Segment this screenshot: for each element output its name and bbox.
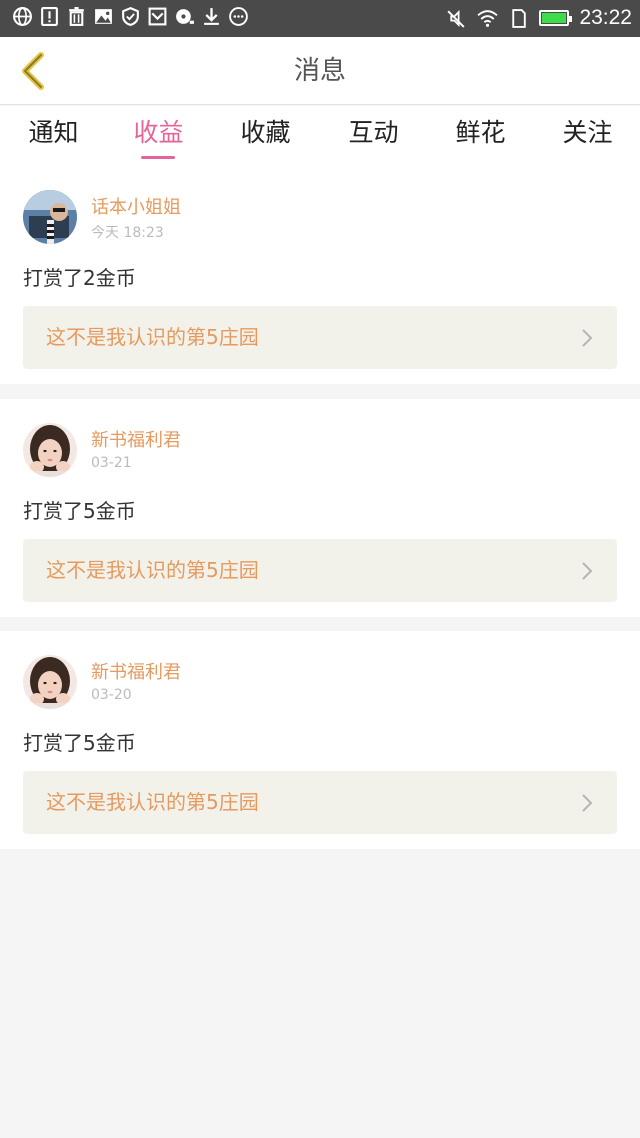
book-title: 这不是我认识的第5庄园 <box>46 558 259 582</box>
reward-text: 打赏了5金币 <box>23 499 136 523</box>
tab-flowers[interactable]: 鲜花 <box>427 106 534 166</box>
tab-earnings[interactable]: 收益 <box>105 106 212 166</box>
status-bar: 23:22 <box>0 0 640 37</box>
tab-notifications[interactable]: 通知 <box>0 106 107 166</box>
inbox-icon <box>147 6 168 27</box>
avatar[interactable] <box>23 655 77 709</box>
clock: 23:22 <box>579 6 632 29</box>
book-link[interactable]: 这不是我认识的第5庄园 <box>23 539 617 602</box>
trash-icon <box>66 6 87 27</box>
reward-text: 打赏了5金币 <box>23 731 136 755</box>
shield-icon <box>120 6 141 27</box>
tab-label: 鲜花 <box>455 118 506 147</box>
message-card: 话本小姐姐今天 18:23 打赏了2金币这不是我认识的第5庄园 <box>0 166 640 384</box>
speed-icon <box>174 6 195 27</box>
tab-label: 关注 <box>562 118 613 147</box>
book-title: 这不是我认识的第5庄园 <box>46 790 259 814</box>
alert-icon <box>39 6 60 27</box>
tab-label: 通知 <box>28 118 79 147</box>
message-card: 新书福利君 03-21 打赏了5金币这不是我认识的第5庄园 <box>0 399 640 617</box>
reward-text: 打赏了2金币 <box>23 266 136 290</box>
timestamp: 03-20 <box>91 687 132 703</box>
sim-icon <box>508 8 529 29</box>
book-link[interactable]: 这不是我认识的第5庄园 <box>23 306 617 369</box>
tab-following[interactable]: 关注 <box>534 106 640 166</box>
wifi-icon <box>477 8 499 29</box>
book-link[interactable]: 这不是我认识的第5庄园 <box>23 771 617 834</box>
mute-icon <box>446 8 467 29</box>
tab-label: 互动 <box>348 118 399 147</box>
username[interactable]: 新书福利君 <box>91 658 181 684</box>
title-bar: 消息 <box>0 37 640 105</box>
book-title: 这不是我认识的第5庄园 <box>46 325 259 349</box>
avatar[interactable] <box>23 190 77 244</box>
username[interactable]: 话本小姐姐 <box>91 193 181 219</box>
timestamp: 今天 18:23 <box>91 225 164 241</box>
notification-icons <box>12 6 249 27</box>
page-title: 消息 <box>293 56 346 86</box>
more-icon <box>228 6 249 27</box>
tab-favorites[interactable]: 收藏 <box>212 106 319 166</box>
tab-interactions[interactable]: 互动 <box>320 106 427 166</box>
download-icon <box>201 6 222 27</box>
active-tab-indicator <box>141 156 175 159</box>
username[interactable]: 新书福利君 <box>91 426 181 452</box>
tab-bar: 通知 收益 收藏 互动 鲜花 关注 <box>0 106 640 166</box>
globe-icon <box>12 6 33 27</box>
timestamp: 03-21 <box>91 455 132 471</box>
battery-icon <box>539 10 573 26</box>
tab-label: 收益 <box>133 118 184 147</box>
chevron-right-icon <box>582 794 593 812</box>
avatar[interactable] <box>23 423 77 477</box>
image-icon <box>93 6 114 27</box>
tab-label: 收藏 <box>240 118 291 147</box>
chevron-right-icon <box>582 562 593 580</box>
chevron-right-icon <box>582 329 593 347</box>
message-card: 新书福利君 03-20 打赏了5金币这不是我认识的第5庄园 <box>0 631 640 849</box>
system-icons: 23:22 <box>446 6 632 30</box>
